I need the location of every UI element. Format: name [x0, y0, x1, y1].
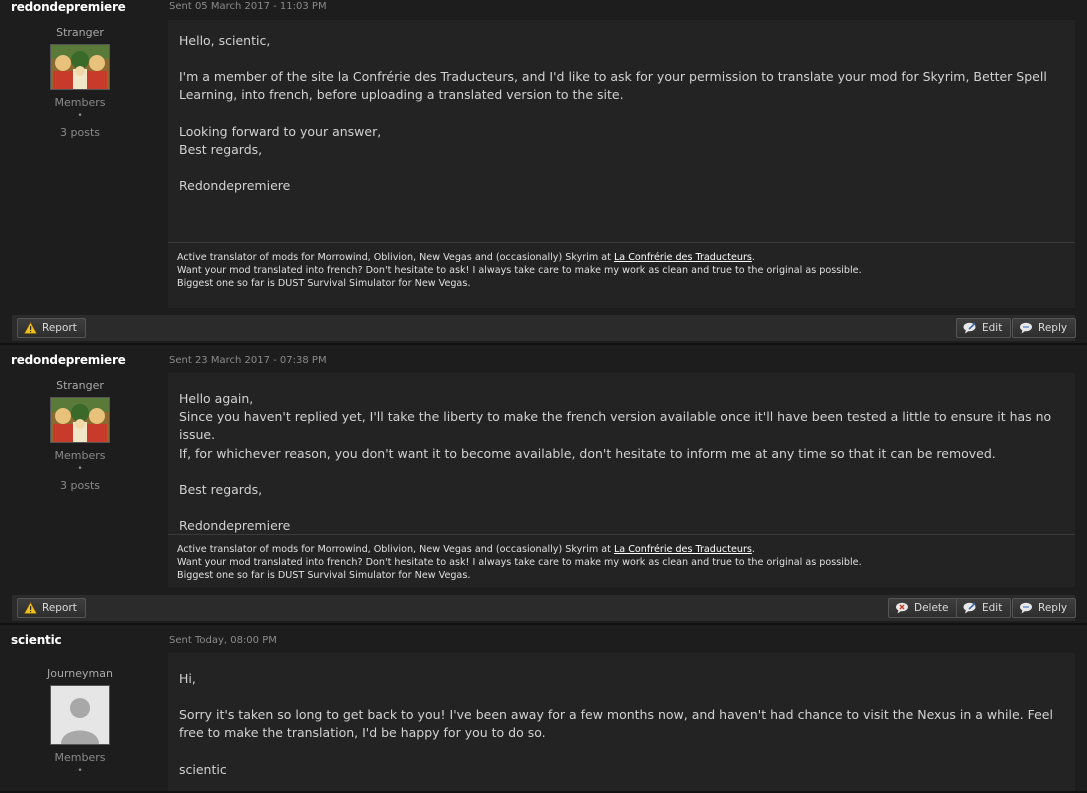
- body-line: Best regards,: [179, 481, 263, 497]
- report-button[interactable]: Report: [17, 318, 86, 338]
- message-header: redondepremiere Sent 05 March 2017 - 11:…: [0, 0, 1087, 20]
- body-line: Redondepremiere: [179, 518, 291, 534]
- message-3: scientic Sent Today, 08:00 PM Journeyman…: [0, 625, 1087, 793]
- sent-date: Sent Today, 08:00 PM: [169, 635, 277, 646]
- reply-bubble-icon: [1020, 602, 1032, 614]
- avatar[interactable]: [50, 397, 110, 443]
- edit-button[interactable]: Edit: [956, 318, 1012, 338]
- body-line: scientic: [179, 761, 227, 777]
- member-group: Members: [54, 96, 106, 109]
- body-line: Sorry it's taken so long to get back to …: [179, 707, 1053, 741]
- signature-link[interactable]: La Confrérie des Traducteurs: [614, 252, 752, 263]
- message-content: Hello, scientic, I'm a member of the sit…: [168, 20, 1075, 308]
- author-info: Stranger Members • 3 posts: [0, 26, 160, 139]
- message-content: Hi, Sorry it's taken so long to get back…: [168, 653, 1075, 791]
- signature-line: Want your mod translated into french? Do…: [177, 557, 862, 568]
- message-header: redondepremiere Sent 23 March 2017 - 07:…: [0, 345, 1087, 367]
- reply-button[interactable]: Reply: [1012, 598, 1077, 618]
- separator-dot: •: [77, 111, 83, 121]
- message-actions: Report Delete Edit Reply: [12, 595, 1077, 621]
- author-info: Journeyman Members •: [0, 667, 160, 776]
- author-name[interactable]: scientic: [11, 633, 62, 647]
- edit-bubble-icon: [963, 322, 976, 334]
- body-line: Hi,: [179, 671, 196, 686]
- message-body: Hello, scientic, I'm a member of the sit…: [168, 20, 1075, 242]
- edit-bubble-icon: [963, 602, 976, 614]
- message-actions: Report Edit Reply: [12, 315, 1077, 341]
- message-content: Hello again, Since you haven't replied y…: [168, 373, 1075, 587]
- author-name[interactable]: redondepremiere: [11, 0, 126, 14]
- member-group: Members: [54, 449, 106, 462]
- separator-dot: •: [77, 766, 83, 776]
- body-line: Since you haven't replied yet, I'll take…: [179, 409, 1052, 443]
- message-header: scientic Sent Today, 08:00 PM: [0, 625, 1087, 647]
- avatar-image: [51, 398, 109, 442]
- separator-dot: •: [77, 464, 83, 474]
- body-line: I'm a member of the site la Confrérie de…: [179, 69, 1047, 103]
- message-body: Hello again, Since you haven't replied y…: [168, 373, 1075, 534]
- report-button[interactable]: Report: [17, 598, 86, 618]
- signature-line: Active translator of mods for Morrowind,…: [177, 252, 755, 263]
- member-rank: Stranger: [56, 379, 104, 392]
- reply-bubble-icon: [1020, 322, 1032, 334]
- signature-line: Active translator of mods for Morrowind,…: [177, 544, 755, 555]
- body-line: Best regards,: [179, 141, 263, 157]
- post-count: 3 posts: [60, 479, 100, 492]
- edit-button[interactable]: Edit: [956, 598, 1012, 618]
- body-line: Looking forward to your answer,: [179, 123, 382, 139]
- signature: Active translator of mods for Morrowind,…: [168, 534, 1075, 590]
- author-info: Stranger Members • 3 posts: [0, 379, 160, 492]
- author-name[interactable]: redondepremiere: [11, 353, 126, 367]
- message-1: redondepremiere Sent 05 March 2017 - 11:…: [0, 0, 1087, 345]
- avatar-image: [51, 45, 109, 89]
- body-line: Hello, scientic,: [179, 33, 271, 48]
- member-group: Members: [54, 751, 106, 764]
- message-body: Hi, Sorry it's taken so long to get back…: [168, 653, 1075, 779]
- signature-line: Biggest one so far is DUST Survival Simu…: [177, 570, 471, 581]
- sent-date: Sent 23 March 2017 - 07:38 PM: [169, 355, 327, 366]
- message-2: redondepremiere Sent 23 March 2017 - 07:…: [0, 345, 1087, 625]
- signature-line: Want your mod translated into french? Do…: [177, 265, 862, 276]
- body-line: If, for whichever reason, you don't want…: [179, 445, 996, 461]
- signature: Active translator of mods for Morrowind,…: [168, 242, 1075, 298]
- reply-button[interactable]: Reply: [1012, 318, 1077, 338]
- warning-icon: [24, 322, 37, 334]
- avatar[interactable]: [50, 685, 110, 745]
- delete-bubble-icon: [896, 602, 908, 614]
- body-line: Hello again,: [179, 391, 254, 406]
- avatar[interactable]: [50, 44, 110, 90]
- warning-icon: [24, 602, 37, 614]
- default-avatar-icon: [51, 686, 109, 744]
- signature-link[interactable]: La Confrérie des Traducteurs: [614, 544, 752, 555]
- delete-button[interactable]: Delete: [888, 598, 958, 618]
- signature-line: Biggest one so far is DUST Survival Simu…: [177, 278, 471, 289]
- body-line: Redondepremiere: [179, 178, 291, 194]
- post-count: 3 posts: [60, 126, 100, 139]
- member-rank: Stranger: [56, 26, 104, 39]
- member-rank: Journeyman: [47, 667, 113, 680]
- sent-date: Sent 05 March 2017 - 11:03 PM: [169, 1, 327, 12]
